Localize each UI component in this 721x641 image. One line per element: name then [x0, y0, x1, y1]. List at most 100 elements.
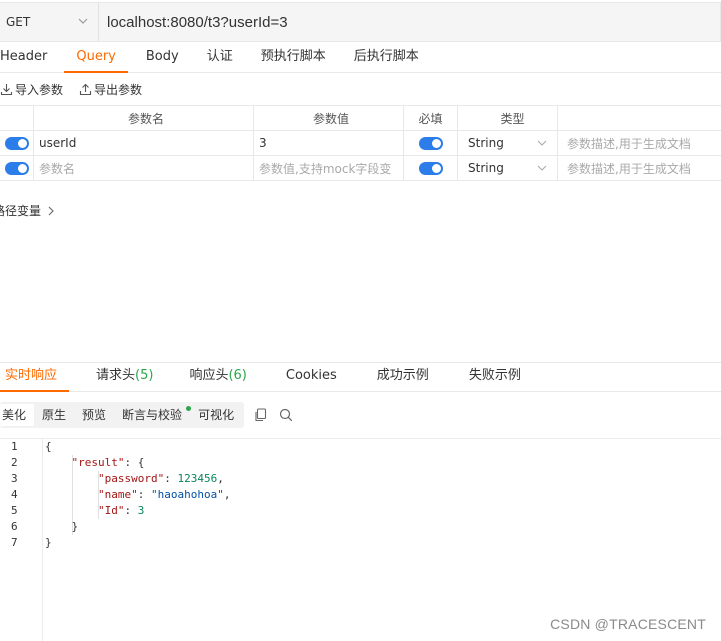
line-number: 3: [11, 472, 18, 485]
method-select[interactable]: GET: [0, 3, 99, 41]
json-value: "haoahohoa": [150, 488, 224, 501]
chevron-down-icon: [537, 165, 547, 171]
table-header-row: 参数名 参数值 必填 类型: [0, 106, 721, 131]
line-number: 5: [11, 504, 18, 517]
search-icon: [279, 408, 293, 422]
line-number: 7: [11, 536, 18, 549]
tab-header[interactable]: Header: [0, 43, 47, 73]
open-brace: {: [45, 440, 52, 453]
tab-auth[interactable]: 认证: [207, 43, 233, 73]
tab-query[interactable]: Query: [64, 43, 128, 73]
code-line: "Id": 3: [97, 504, 145, 517]
request-tabs: Header Query Body 认证 预执行脚本 后执行脚本: [0, 43, 721, 73]
import-icon: [0, 83, 13, 95]
close-brace: }: [71, 520, 79, 533]
view-mode-group: 美化 原生 预览 断言与校验 可视化: [0, 402, 245, 428]
table-row: 参数名 参数值,支持mock字段变 String 参数描述,用于生成文档: [0, 156, 721, 181]
path-vars-toggle[interactable]: 路径变量: [0, 202, 55, 219]
method-label: GET: [6, 15, 31, 29]
code-line: "password": 123456,: [97, 472, 224, 485]
enable-toggle[interactable]: [4, 161, 29, 175]
code-line: {: [45, 439, 230, 455]
tab-cookies[interactable]: Cookies: [286, 362, 337, 392]
row-enable-cell: [0, 131, 34, 155]
table-row: userId 3 String 参数描述,用于生成文档: [0, 131, 721, 156]
view-raw-button[interactable]: 原生: [34, 404, 74, 426]
req-headers-label: 请求头: [96, 368, 136, 383]
request-bar: GET: [0, 2, 721, 42]
tab-post-script[interactable]: 后执行脚本: [354, 43, 419, 73]
copy-button[interactable]: [254, 408, 267, 422]
json-key: "result": [71, 456, 125, 469]
copy-icon: [255, 408, 267, 422]
line-number: 2: [11, 456, 18, 469]
import-params-button[interactable]: 导入参数: [0, 81, 63, 98]
chevron-right-icon: [48, 206, 54, 215]
chevron-down-icon: [78, 18, 88, 24]
json-key: "name": [97, 488, 138, 501]
line-number-gutter: 1 2 3 4 5 6 7: [0, 439, 43, 641]
tab-fail-example[interactable]: 失败示例: [469, 362, 521, 392]
header-required: 必填: [404, 106, 458, 130]
param-name-input[interactable]: 参数名: [34, 156, 254, 180]
type-select[interactable]: String: [458, 156, 558, 180]
response-body-editor[interactable]: 1 2 3 4 5 6 7 { "result": { "password": …: [0, 438, 721, 641]
view-beautify-button[interactable]: 美化: [0, 404, 35, 426]
code-line: "name": "haoahohoa",: [97, 488, 231, 501]
import-params-label: 导入参数: [15, 82, 64, 97]
type-label: String: [468, 161, 504, 175]
param-value-input[interactable]: 参数值,支持mock字段变: [254, 156, 404, 180]
required-cell: [404, 131, 458, 155]
tab-response-headers[interactable]: 响应头(6): [189, 362, 246, 392]
resp-headers-label: 响应头: [189, 368, 229, 383]
required-toggle[interactable]: [418, 136, 443, 150]
header-toggle-cell: [0, 106, 34, 130]
param-desc-input[interactable]: 参数描述,用于生成文档: [558, 156, 721, 180]
export-params-button[interactable]: 导出参数: [79, 81, 142, 98]
header-type: 类型: [458, 106, 558, 130]
response-tabs: 实时响应 请求头(5) 响应头(6) Cookies 成功示例 失败示例: [0, 362, 721, 392]
export-icon: [79, 83, 92, 95]
header-param-value: 参数值: [254, 106, 404, 130]
url-input[interactable]: [99, 3, 720, 41]
export-params-label: 导出参数: [94, 82, 143, 97]
json-key: "Id": [97, 504, 125, 517]
line-number: 1: [11, 440, 18, 453]
enable-toggle[interactable]: [4, 136, 29, 150]
req-headers-count: (5): [135, 368, 154, 383]
close-brace: }: [45, 536, 52, 549]
view-preview-button[interactable]: 预览: [74, 404, 114, 426]
line-number: 6: [11, 520, 18, 533]
header-param-name: 参数名: [34, 106, 254, 130]
search-button[interactable]: [279, 408, 293, 422]
param-desc-cell[interactable]: 参数描述,用于生成文档: [558, 131, 721, 155]
tab-body[interactable]: Body: [146, 43, 179, 73]
tab-realtime-response[interactable]: 实时响应: [0, 362, 70, 392]
code-line: }: [45, 519, 230, 535]
view-assert-button[interactable]: 断言与校验: [114, 404, 192, 426]
assert-label: 断言与校验: [122, 408, 183, 422]
required-toggle[interactable]: [418, 161, 443, 175]
json-value: 123456: [177, 472, 218, 485]
chevron-down-icon: [537, 140, 547, 146]
tab-request-headers[interactable]: 请求头(5): [96, 362, 153, 392]
required-cell: [404, 156, 458, 180]
type-select[interactable]: String: [458, 131, 558, 155]
tab-pre-script[interactable]: 预执行脚本: [261, 43, 326, 73]
view-visualize-button[interactable]: 可视化: [190, 404, 242, 426]
watermark: CSDN @TRACESCENT: [550, 616, 706, 632]
params-table: 参数名 参数值 必填 类型 userId 3 String 参数描述,用于生成文…: [0, 105, 721, 181]
resp-headers-count: (6): [228, 368, 247, 383]
row-enable-cell: [0, 156, 34, 180]
code-line: "result": {: [71, 456, 145, 469]
line-number: 4: [11, 488, 18, 501]
json-value: 3: [137, 504, 145, 517]
param-actions: 导入参数 导出参数: [0, 78, 158, 100]
tab-success-example[interactable]: 成功示例: [377, 362, 429, 392]
code-line: }: [45, 535, 230, 551]
header-desc: [558, 106, 721, 130]
code-lines: { "result": { "password": 123456, "name"…: [45, 439, 230, 551]
type-label: String: [468, 136, 504, 150]
param-name-cell[interactable]: userId: [34, 131, 254, 155]
param-value-cell[interactable]: 3: [254, 131, 404, 155]
